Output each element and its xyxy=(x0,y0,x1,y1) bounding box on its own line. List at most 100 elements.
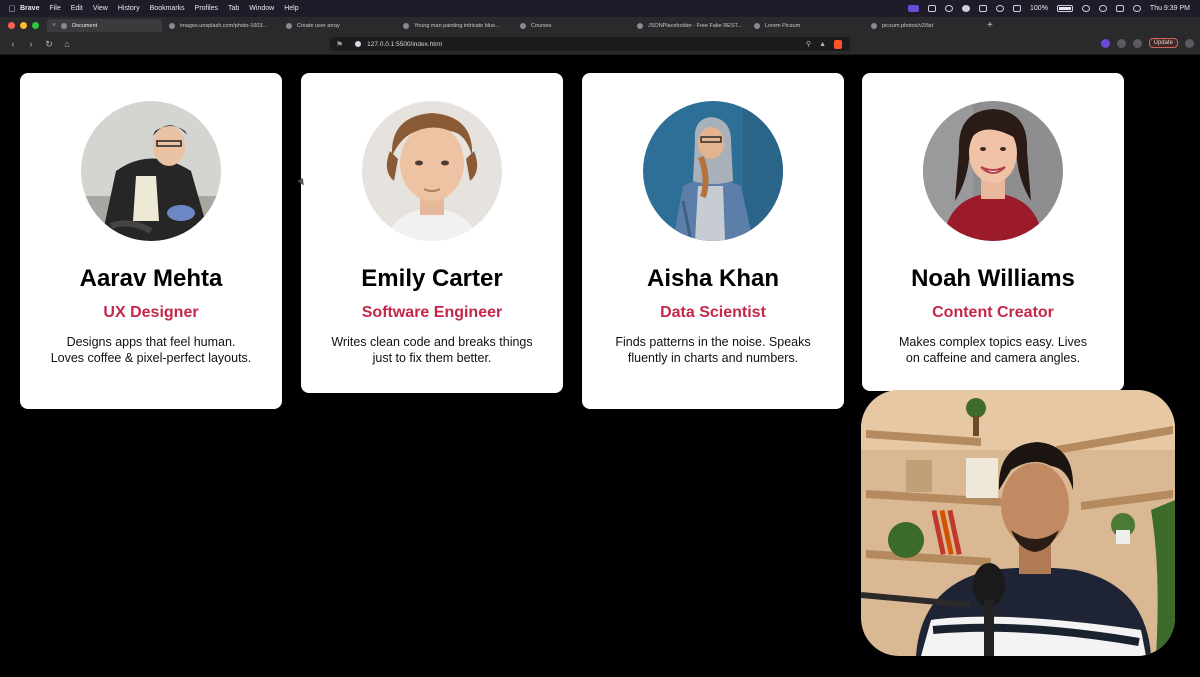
browser-tab-bar: × Document images.unsplash.com/photo-160… xyxy=(0,17,1200,34)
profile-card: Aisha Khan Data Scientist Finds patterns… xyxy=(582,73,844,409)
record-icon[interactable] xyxy=(945,5,954,12)
maximize-window-icon[interactable] xyxy=(32,22,39,29)
menubar-clock[interactable]: Thu 9:39 PM xyxy=(1150,5,1190,12)
site-info-icon[interactable] xyxy=(355,41,362,47)
apple-menu-icon[interactable]:  xyxy=(4,4,20,14)
profile-role: Software Engineer xyxy=(361,304,503,321)
control-center-icon[interactable] xyxy=(1115,5,1124,12)
profile-bio: Writes clean code and breaks things just… xyxy=(331,335,533,365)
volume-icon[interactable] xyxy=(979,5,988,12)
brave-shields-icon[interactable] xyxy=(834,39,842,49)
bluetooth-icon[interactable] xyxy=(996,5,1005,12)
tab-young-man-painting[interactable]: Young man painting intricate blue... xyxy=(398,19,513,32)
profile-bio: Makes complex topics easy. Lives on caff… xyxy=(898,335,1088,365)
profile-avatar-photo xyxy=(81,101,221,241)
menu-bookmarks[interactable]: Bookmarks xyxy=(150,5,185,12)
tab-title: Create user array xyxy=(297,22,340,29)
home-icon[interactable]: ⌂ xyxy=(62,39,72,49)
tab-picsum-list[interactable]: picsum.photos/v2/list xyxy=(866,19,981,32)
profile-avatar-photo xyxy=(923,101,1063,241)
address-bar[interactable]: ⚑ 127.0.0.1:5500/index.html ⚲ ▲ xyxy=(330,37,850,51)
tab-favicon-icon xyxy=(286,22,292,29)
tab-favicon-icon xyxy=(754,22,760,29)
tab-document[interactable]: × Document xyxy=(47,19,162,32)
macos-menubar:  Brave File Edit View History Bookmarks… xyxy=(0,0,1200,17)
profile-avatar-photo xyxy=(643,101,783,241)
back-arrow-icon[interactable]: ‹ xyxy=(8,39,18,49)
menu-window[interactable]: Window xyxy=(249,5,274,12)
new-tab-plus-icon[interactable]: + xyxy=(987,20,993,31)
share-icon[interactable]: ▲ xyxy=(819,41,826,48)
avatar-man-painting-image xyxy=(81,101,221,241)
menu-app-name[interactable]: Brave xyxy=(20,5,39,12)
menu-tab[interactable]: Tab xyxy=(228,5,239,12)
tab-create-user-array[interactable]: Create user array xyxy=(281,19,396,32)
address-url[interactable]: 127.0.0.1:5500/index.html xyxy=(367,41,442,48)
profile-name: Aisha Khan xyxy=(646,265,780,292)
profile-role: Data Scientist xyxy=(660,304,766,321)
battery-icon[interactable] xyxy=(1056,5,1073,12)
profile-card: Noah Williams Content Creator Makes comp… xyxy=(862,73,1124,391)
tab-favicon-icon xyxy=(61,22,68,29)
profile-name: Emily Carter xyxy=(361,265,503,292)
tab-title: Courses xyxy=(531,22,552,29)
spotlight-search-icon[interactable] xyxy=(1098,5,1107,12)
profile-avatar-icon[interactable] xyxy=(1100,38,1110,48)
profile-role: Content Creator xyxy=(932,304,1054,321)
profile-name: Noah Williams xyxy=(911,265,1075,292)
menu-edit[interactable]: Edit xyxy=(71,5,83,12)
tab-jsonplaceholder[interactable]: JSONPlaceholder - Free Fake REST... xyxy=(632,19,747,32)
avatar-woman-blue-wall-image xyxy=(643,101,783,241)
bookmark-icon[interactable]: ⚑ xyxy=(336,40,343,49)
update-button[interactable]: Update xyxy=(1148,38,1178,48)
tab-title: Lorem Picsum xyxy=(765,22,801,29)
webcam-presenter-image xyxy=(861,390,1175,656)
menubar-status-area: 100% Thu 9:39 PM xyxy=(908,5,1200,12)
display-icon[interactable] xyxy=(928,5,937,12)
menu-file[interactable]: File xyxy=(49,5,60,12)
avatar-smiling-woman-image xyxy=(923,101,1063,241)
page-viewport: Aarav Mehta UX Designer Designs apps tha… xyxy=(0,55,1200,677)
tab-favicon-icon xyxy=(520,22,526,29)
webcam-overlay xyxy=(861,390,1175,656)
menu-help[interactable]: Help xyxy=(284,5,298,12)
wifi-icon[interactable] xyxy=(1081,5,1090,12)
minimize-window-icon[interactable] xyxy=(20,22,27,29)
menu-hamburger-icon[interactable] xyxy=(1185,38,1194,48)
menu-view[interactable]: View xyxy=(93,5,108,12)
tab-favicon-icon xyxy=(637,22,643,29)
menu-profiles[interactable]: Profiles xyxy=(195,5,218,12)
tab-favicon-icon xyxy=(403,22,409,29)
forward-arrow-icon[interactable]: › xyxy=(26,39,36,49)
tab-title: images.unsplash.com/photo-1603... xyxy=(180,22,268,29)
notification-icon[interactable] xyxy=(1132,5,1141,12)
tab-courses[interactable]: Courses xyxy=(515,19,630,32)
tab-unsplash-image[interactable]: images.unsplash.com/photo-1603... xyxy=(164,19,279,32)
profile-bio: Designs apps that feel human. Loves coff… xyxy=(50,335,252,365)
keyboard-icon[interactable] xyxy=(1013,5,1022,12)
tab-title: JSONPlaceholder - Free Fake REST... xyxy=(648,22,742,29)
browser-toolbar: ‹ › ↻ ⌂ ⚑ 127.0.0.1:5500/index.html ⚲ ▲ … xyxy=(0,34,1200,55)
tab-title: picsum.photos/v2/list xyxy=(882,22,934,29)
tab-title: Document xyxy=(72,22,98,29)
tab-title: Young man painting intricate blue... xyxy=(414,22,500,29)
profile-name: Aarav Mehta xyxy=(79,265,223,292)
tab-lorem-picsum[interactable]: Lorem Picsum xyxy=(749,19,864,32)
avatar-curly-hair-man-image xyxy=(362,101,502,241)
close-window-icon[interactable] xyxy=(8,22,15,29)
address-bar-actions: ⚲ ▲ xyxy=(806,39,850,49)
profile-bio: Finds patterns in the noise. Speaks flue… xyxy=(615,335,811,365)
tab-favicon-icon xyxy=(169,22,175,29)
settings-icon[interactable] xyxy=(962,5,971,12)
profile-avatar-photo xyxy=(362,101,502,241)
zoom-icon[interactable]: ⚲ xyxy=(806,40,811,48)
menu-history[interactable]: History xyxy=(118,5,140,12)
profile-card: Aarav Mehta UX Designer Designs apps tha… xyxy=(20,73,282,409)
tab-close-icon[interactable]: × xyxy=(52,22,56,29)
tab-favicon-icon xyxy=(871,22,877,29)
reload-icon[interactable]: ↻ xyxy=(44,39,54,50)
extensions-puzzle-icon[interactable] xyxy=(1116,38,1126,48)
profile-role: UX Designer xyxy=(103,304,199,321)
screen-recording-icon[interactable] xyxy=(908,5,920,12)
wallet-icon[interactable] xyxy=(1132,38,1142,48)
